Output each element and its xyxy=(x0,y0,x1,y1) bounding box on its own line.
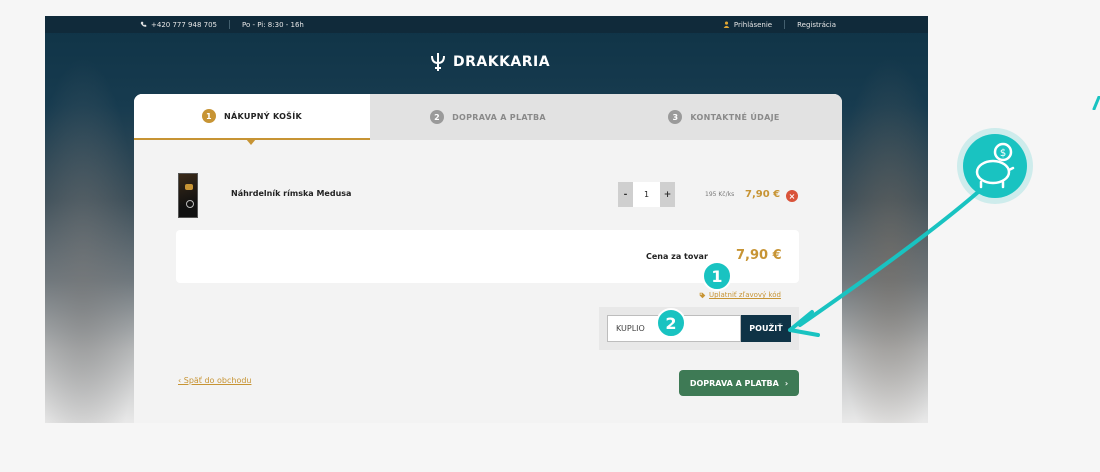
brand-logo[interactable]: DRAKKARIA xyxy=(429,52,550,72)
corner-decoration xyxy=(1092,96,1100,110)
discount-code-link[interactable]: Uplatniť zľavový kód xyxy=(699,291,781,299)
register-link[interactable]: Registrácia xyxy=(797,21,836,29)
user-icon xyxy=(723,21,730,28)
trident-icon xyxy=(431,53,445,71)
qty-decrease-button[interactable]: - xyxy=(618,182,633,207)
coupon-form: POUŽIŤ xyxy=(599,307,799,350)
piggy-bank-icon: $ xyxy=(963,134,1027,198)
total-label: Cena za tovar xyxy=(646,252,708,261)
unit-price: 195 Kč/ks xyxy=(705,191,735,198)
qty-value[interactable]: 1 xyxy=(633,182,660,207)
tag-icon xyxy=(699,292,706,298)
qty-increase-button[interactable]: + xyxy=(660,182,675,207)
coupon-code-input[interactable] xyxy=(607,315,741,342)
brand-name: DRAKKARIA xyxy=(453,54,551,70)
step-shipping[interactable]: 2 DOPRAVA A PLATBA xyxy=(370,94,606,140)
apply-coupon-button[interactable]: POUŽIŤ xyxy=(741,315,791,342)
phone-icon xyxy=(140,21,147,27)
total-price: 7,90 € xyxy=(736,248,782,263)
step-label: DOPRAVA A PLATBA xyxy=(452,112,546,122)
cart-summary: Cena za tovar 7,90 € xyxy=(176,230,799,283)
discount-link-label: Uplatniť zľavový kód xyxy=(709,291,781,299)
opening-hours: Po - Pi: 8:30 - 16h xyxy=(241,20,304,29)
step-number: 1 xyxy=(201,109,216,123)
phone-number[interactable]: +420 777 948 705 xyxy=(151,21,217,29)
remove-item-button[interactable]: × xyxy=(786,190,798,202)
quantity-stepper: - 1 + xyxy=(618,182,675,207)
svg-text:$: $ xyxy=(1000,148,1006,159)
product-name[interactable]: Náhrdelník rímska Medusa xyxy=(231,189,351,198)
continue-button-label: DOPRAVA A PLATBA xyxy=(689,378,779,388)
back-to-shop-link[interactable]: ‹ Späť do obchodu xyxy=(178,376,251,385)
line-price: 7,90 € xyxy=(745,189,781,200)
background-left-decor xyxy=(45,56,140,423)
background-right-decor xyxy=(833,56,928,423)
step-cart[interactable]: 1 NÁKUPNÝ KOŠÍK xyxy=(134,94,370,145)
site-screenshot: +420 777 948 705 Po - Pi: 8:30 - 16h Pri… xyxy=(45,16,928,423)
step-contact[interactable]: 3 KONTAKTNÉ ÚDAJE xyxy=(606,94,842,140)
page: +420 777 948 705 Po - Pi: 8:30 - 16h Pri… xyxy=(0,0,1100,472)
continue-shipping-button[interactable]: DOPRAVA A PLATBA › xyxy=(679,370,799,396)
product-image[interactable] xyxy=(178,173,198,218)
top-bar: +420 777 948 705 Po - Pi: 8:30 - 16h Pri… xyxy=(45,16,928,33)
checkout-steps: 1 NÁKUPNÝ KOŠÍK 2 DOPRAVA A PLATBA 3 KON… xyxy=(134,94,842,145)
step-label: NÁKUPNÝ KOŠÍK xyxy=(223,111,303,121)
chevron-right-icon: › xyxy=(784,378,789,388)
step-label: KONTAKTNÉ ÚDAJE xyxy=(690,112,780,122)
step-number: 2 xyxy=(430,110,445,124)
login-link[interactable]: Prihlásenie xyxy=(734,21,772,29)
checkout-card: 1 NÁKUPNÝ KOŠÍK 2 DOPRAVA A PLATBA 3 KON… xyxy=(134,94,842,423)
step-number: 3 xyxy=(668,110,683,124)
